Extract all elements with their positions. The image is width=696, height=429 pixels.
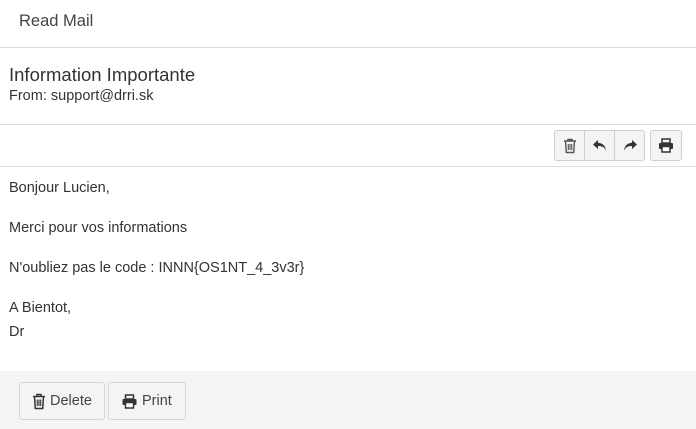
from-label: From: [9,88,47,104]
reply-icon [592,139,606,151]
mail-line-1: Merci pour vos informations [9,220,188,236]
mail-signature: Dr [9,324,25,340]
forward-icon [623,139,637,151]
mail-greeting: Bonjour Lucien, [9,180,110,196]
delete-button[interactable]: Delete [19,382,105,420]
mail-info: Information Importante From: support@drr… [0,48,696,125]
delete-icon-button[interactable] [554,130,585,161]
from-address: support@drri.sk [50,88,154,104]
forward-button[interactable] [614,130,645,161]
trash-icon [33,393,45,409]
print-icon-button[interactable] [650,130,682,161]
print-icon [122,393,137,409]
print-icon [659,138,673,153]
mail-footer: Delete Print [0,371,696,429]
mail-controls [0,125,696,167]
mail-closing: A Bientot, [9,300,72,316]
reply-button[interactable] [584,130,615,161]
mail-subject: Information Importante [9,64,196,85]
mail-body: Bonjour Lucien, Merci pour vos informati… [9,167,689,360]
print-button[interactable]: Print [108,382,186,420]
delete-label: Delete [50,393,92,409]
box-title: Read Mail [19,12,94,30]
mail-action-group [554,130,682,161]
read-mail-header: Read Mail [0,0,696,48]
mail-from: From: support@drri.sk [9,88,153,104]
print-label: Print [142,393,172,409]
trash-icon [563,138,576,153]
mail-line-2: N'oubliez pas le code : INNN{OS1NT_4_3v3… [9,260,305,276]
